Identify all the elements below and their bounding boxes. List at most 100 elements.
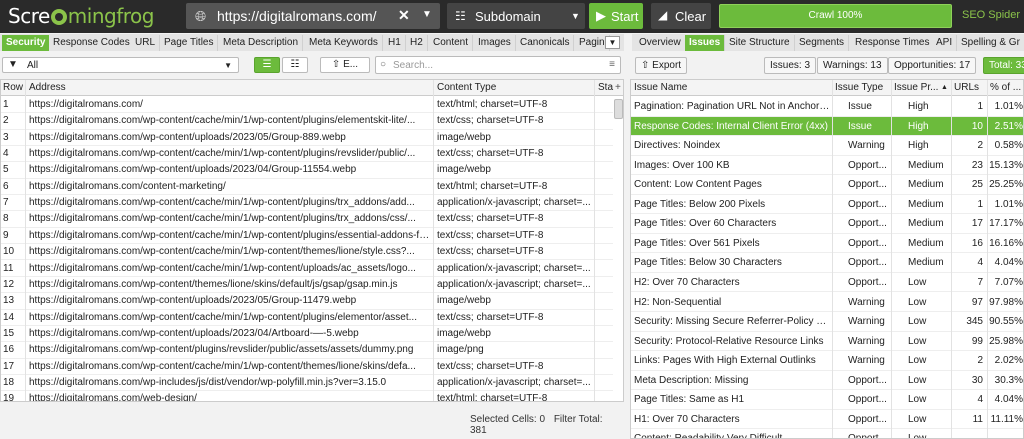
tab-spelling-gr[interactable]: Spelling & Gr xyxy=(957,35,1024,51)
issue-row[interactable]: Content: Readability Very DifficultiOppo… xyxy=(631,429,1023,439)
tab-h1[interactable]: H1 xyxy=(384,35,406,51)
tab-api[interactable]: API xyxy=(932,35,958,51)
tab-url[interactable]: URL xyxy=(131,35,161,51)
tabs-overflow-chevron-icon[interactable]: ▼ xyxy=(605,36,620,49)
col-issue-priority[interactable]: Issue Pr... xyxy=(894,82,942,93)
issue-row[interactable]: Content: Low Content PagesiOpport...Medi… xyxy=(631,175,1023,195)
table-row[interactable]: 14 https://digitalromans.com/wp-content/c… xyxy=(1,310,613,326)
issue-row[interactable]: Page Titles: Same as H1iOpport...↓Low44.… xyxy=(631,390,1023,410)
col-percent-of-total[interactable]: % of ... xyxy=(990,82,1023,93)
issue-row[interactable]: H2: Over 70 CharactersiOpport...↓Low77.0… xyxy=(631,273,1023,293)
issue-name-cell: Content: Readability Very Difficult xyxy=(634,433,783,439)
issue-type-cell: Warning xyxy=(848,335,885,347)
tab-meta-description[interactable]: Meta Description xyxy=(219,35,304,51)
row-number: 1 xyxy=(3,99,9,110)
tab-canonicals[interactable]: Canonicals xyxy=(516,35,575,51)
address-cell: https://digitalromans.com/content-market… xyxy=(29,180,226,192)
clear-button[interactable]: ◢ Clear xyxy=(651,3,711,29)
table-row[interactable]: 5 https://digitalromans.com/wp-content/up… xyxy=(1,162,613,179)
start-button[interactable]: ▶ Start xyxy=(589,3,643,29)
address-cell: https://digitalromans.com/ xyxy=(29,99,143,110)
table-row[interactable]: 11 https://digitalromans.com/wp-content/c… xyxy=(1,261,613,277)
col-row[interactable]: Row xyxy=(3,82,25,93)
table-row[interactable]: 19 https://digitalromans.com/web-design/t… xyxy=(1,391,613,401)
table-row[interactable]: 18 https://digitalromans.com/wp-includes/… xyxy=(1,375,613,392)
issue-row[interactable]: Pagination: Pagination URL Not in Anchor… xyxy=(631,97,1023,117)
col-urls[interactable]: URLs xyxy=(954,82,984,93)
col-issue-type[interactable]: Issue Type xyxy=(835,82,891,93)
col-content-type[interactable]: Content Type xyxy=(437,82,587,93)
table-row[interactable]: 6 https://digitalromans.com/content-marke… xyxy=(1,179,613,196)
tab-security[interactable]: Security xyxy=(2,35,51,51)
url-input[interactable]: 🌐︎ https://digitalromans.com/ ✕ ▼ xyxy=(186,3,440,29)
issue-priority-cell: Low xyxy=(908,335,927,347)
issue-row[interactable]: H2: Non-SequentialWarning↓Low9797.98% xyxy=(631,293,1023,313)
url-dropdown-chevron-icon[interactable]: ▼ xyxy=(422,9,432,20)
table-row[interactable]: 15 https://digitalromans.com/wp-content/u… xyxy=(1,326,613,343)
urls-count-cell: 17 xyxy=(971,218,983,230)
issue-row[interactable]: Directives: NoindexWarning↑High20.58% xyxy=(631,136,1023,156)
table-row[interactable]: 2 https://digitalromans.com/wp-content/ca… xyxy=(1,113,613,130)
tab-response-times[interactable]: Response Times xyxy=(851,35,935,51)
col-status[interactable]: Sta xyxy=(598,82,614,93)
issue-row[interactable]: Links: Pages With High External Outlinks… xyxy=(631,351,1023,371)
issue-row[interactable]: Page Titles: Over 60 CharactersiOpport..… xyxy=(631,214,1023,234)
table-row[interactable]: 9 https://digitalromans.com/wp-content/ca… xyxy=(1,228,613,245)
tab-response-codes[interactable]: Response Codes xyxy=(49,35,135,51)
filter-dropdown[interactable]: ▼ All ▼ xyxy=(2,57,239,73)
address-cell: https://digitalromans.com/wp-content/cac… xyxy=(29,115,416,127)
col-address[interactable]: Address xyxy=(29,82,409,93)
col-issue-name[interactable]: Issue Name xyxy=(634,82,832,93)
tab-content[interactable]: Content xyxy=(429,35,474,51)
tree-view-button[interactable]: ☷ xyxy=(282,57,308,73)
tab-segments[interactable]: Segments xyxy=(795,35,850,51)
issue-name-cell: Page Titles: Below 30 Characters xyxy=(634,257,782,269)
issue-row[interactable]: Meta Description: MissingiOpport...↓Low3… xyxy=(631,371,1023,391)
crawl-mode-dropdown[interactable]: ☷ Subdomain ▼ xyxy=(447,3,585,29)
clear-url-icon[interactable]: ✕ xyxy=(398,7,410,24)
table-row[interactable]: 8 https://digitalromans.com/wp-content/ca… xyxy=(1,211,613,228)
search-options-icon[interactable]: ≡ xyxy=(609,59,615,70)
tab-images[interactable]: Images xyxy=(474,35,516,51)
issue-row[interactable]: Page Titles: Below 200 PixelsiOpport...M… xyxy=(631,195,1023,215)
table-row[interactable]: 1 https://digitalromans.com/text/html; ch… xyxy=(1,97,613,114)
table-row[interactable]: 3 https://digitalromans.com/wp-content/up… xyxy=(1,130,613,147)
issue-priority-cell: Low xyxy=(908,296,927,308)
list-view-button[interactable]: ☰ xyxy=(254,57,280,73)
issue-row[interactable]: H1: Over 70 CharactersiOpport...↓Low1111… xyxy=(631,410,1023,430)
start-button-label: Start xyxy=(611,9,639,24)
search-input[interactable]: ○ Search... ≡ xyxy=(375,56,621,74)
sort-ascending-icon: ▲ xyxy=(941,84,948,91)
export-label: E... xyxy=(343,59,359,70)
export-icon: ⇧ xyxy=(641,60,653,71)
tab-meta-keywords[interactable]: Meta Keywords xyxy=(305,35,383,51)
issue-row[interactable]: Page Titles: Over 561 PixelsiOpport...Me… xyxy=(631,234,1023,254)
urls-count-cell: 16 xyxy=(971,237,983,249)
table-row[interactable]: 7 https://digitalromans.com/wp-content/ca… xyxy=(1,195,613,212)
percent-of-total-cell: 1.01% xyxy=(994,198,1023,210)
left-vertical-scrollbar[interactable] xyxy=(614,99,623,119)
issue-row[interactable]: Security: Protocol-Relative Resource Lin… xyxy=(631,332,1023,352)
add-column-icon[interactable]: + xyxy=(615,82,623,93)
tab-overview[interactable]: Overview xyxy=(635,35,686,51)
url-value: https://digitalromans.com/ xyxy=(217,8,377,24)
issue-row[interactable]: Page Titles: Below 30 CharactersiOpport.… xyxy=(631,253,1023,273)
issue-type-cell: Opport... xyxy=(848,237,887,249)
table-row[interactable]: 12 https://digitalromans.com/wp-content/t… xyxy=(1,277,613,294)
tab-h2[interactable]: H2 xyxy=(406,35,428,51)
address-cell: https://digitalromans.com/wp-content/upl… xyxy=(29,295,357,307)
table-row[interactable]: 10 https://digitalromans.com/wp-content/c… xyxy=(1,244,613,261)
table-row[interactable]: 4 https://digitalromans.com/wp-content/ca… xyxy=(1,146,613,163)
tab-site-structure[interactable]: Site Structure xyxy=(725,35,795,51)
issue-row[interactable]: Response Codes: Internal Client Error (4… xyxy=(631,116,1023,137)
export-button-left[interactable]: ⇧ E... xyxy=(320,57,370,73)
table-row[interactable]: 16 https://digitalromans.com/wp-content/p… xyxy=(1,342,613,359)
table-row[interactable]: 17 https://digitalromans.com/wp-content/c… xyxy=(1,359,613,375)
table-row[interactable]: 13 https://digitalromans.com/wp-content/u… xyxy=(1,293,613,310)
issue-row[interactable]: Images: Over 100 KBiOpport...Medium2315.… xyxy=(631,156,1023,176)
tab-issues[interactable]: Issues xyxy=(685,35,726,51)
right-tab-bar: Overview Issues Site Structure Segments Resp… xyxy=(632,34,1024,51)
tab-page-titles[interactable]: Page Titles xyxy=(160,35,219,51)
issue-row[interactable]: Security: Missing Secure Referrer-Policy… xyxy=(631,312,1023,332)
export-button-right[interactable]: ⇧ Export xyxy=(635,57,688,74)
